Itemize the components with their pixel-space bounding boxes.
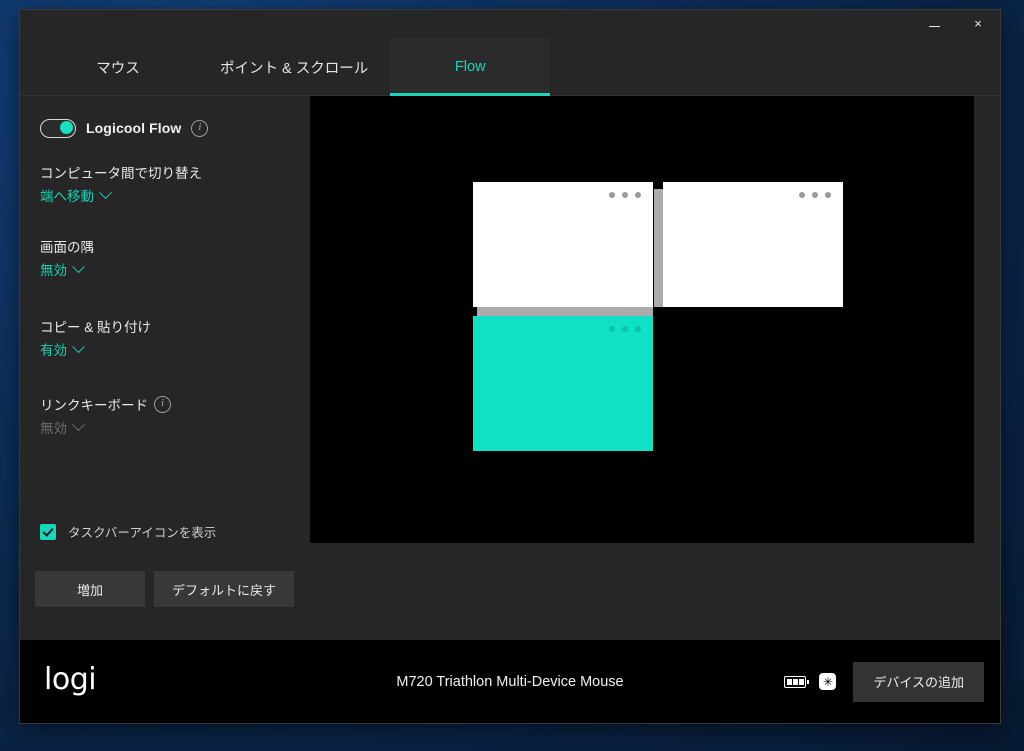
settings-sidebar: Logicool Flow i コンピュータ間で切り替え 端へ移動 画面の隅 無… [20, 96, 310, 640]
setting-title: コンピュータ間で切り替え [40, 166, 202, 181]
show-taskbar-icon-checkbox-row[interactable]: タスクバーアイコンを表示 [40, 522, 216, 541]
chevron-down-icon [72, 339, 85, 353]
tab-mouse-label: マウス [96, 60, 140, 77]
chevron-down-icon [99, 185, 112, 199]
bluetooth-icon: ✳ [819, 673, 837, 690]
tab-flow-label: Flow [454, 59, 486, 75]
tab-mouse[interactable]: マウス [38, 38, 198, 96]
screen-top-right[interactable] [663, 182, 843, 307]
content-area: Logicool Flow i コンピュータ間で切り替え 端へ移動 画面の隅 無… [20, 96, 1000, 640]
connector-vertical [654, 189, 663, 307]
setting-screen-edge: 画面の隅 無効 [40, 236, 94, 280]
footer-right-group: ✳ デバイスの追加 [784, 661, 984, 702]
toggle-knob-icon [60, 121, 73, 134]
screen-dots-icon [609, 326, 641, 332]
info-icon[interactable]: i [191, 119, 209, 137]
close-button[interactable]: × [956, 10, 1000, 36]
setting-value-dropdown[interactable]: 無効 [40, 259, 85, 279]
tab-flow[interactable]: Flow [390, 38, 551, 96]
device-footer: logi M720 Triathlon Multi-Device Mouse ✳… [20, 640, 1000, 723]
screen-bottom-left[interactable] [473, 316, 653, 451]
setting-value-label: 有効 [40, 343, 67, 358]
tab-bar: マウス ポイント & スクロール Flow [20, 38, 1000, 96]
chevron-down-icon [72, 259, 85, 273]
setting-value-dropdown[interactable]: 有効 [40, 339, 85, 359]
setting-value-dropdown[interactable]: 端へ移動 [40, 185, 112, 205]
minimize-button[interactable] [912, 10, 956, 36]
logitech-options-window: × マウス ポイント & スクロール Flow Logicool Flow i [20, 10, 1000, 723]
battery-icon [784, 675, 810, 688]
logi-logo: logi [44, 661, 97, 697]
setting-value-dropdown[interactable]: 無効 [40, 417, 85, 437]
checkbox-checked-icon[interactable] [40, 523, 56, 540]
connector-horizontal [477, 307, 653, 316]
chevron-down-icon [72, 417, 85, 431]
screen-arrangement-canvas[interactable] [310, 96, 974, 543]
tab-point-and-scroll[interactable]: ポイント & スクロール [198, 38, 390, 96]
setting-value-label: 無効 [40, 263, 67, 278]
restore-defaults-button[interactable]: デフォルトに戻す [154, 571, 295, 607]
screen-dots-icon [799, 192, 831, 198]
tab-point-and-scroll-label: ポイント & スクロール [220, 60, 369, 77]
close-icon: × [974, 15, 982, 31]
setting-value-label: 無効 [40, 421, 67, 436]
setting-title-label: リンクキーボード [40, 398, 148, 413]
add-device-button[interactable]: デバイスの追加 [853, 661, 984, 702]
setting-link-keyboard: リンクキーボード i 無効 [40, 394, 171, 438]
screen-dots-icon [609, 192, 641, 198]
setting-title: 画面の隅 [40, 240, 94, 255]
title-bar: × [20, 10, 1000, 38]
minimize-icon [928, 26, 940, 27]
flow-toggle-row: Logicool Flow i [40, 116, 310, 140]
setting-switch-between-computers: コンピュータ間で切り替え 端へ移動 [40, 162, 202, 206]
flow-toggle-label: Logicool Flow [86, 120, 182, 136]
add-button[interactable]: 増加 [35, 571, 145, 607]
screen-top-left[interactable] [473, 182, 653, 307]
setting-title: コピー & 貼り付け [40, 320, 152, 335]
flow-toggle-switch[interactable] [40, 118, 76, 138]
setting-value-label: 端へ移動 [40, 189, 94, 204]
setting-copy-and-paste: コピー & 貼り付け 有効 [40, 316, 151, 360]
info-icon[interactable]: i [154, 395, 171, 413]
sidebar-button-row: 増加 デフォルトに戻す [35, 571, 295, 607]
setting-title: リンクキーボード i [40, 394, 171, 414]
screen-layout-panel [310, 96, 1000, 640]
checkbox-label: タスクバーアイコンを表示 [68, 526, 217, 540]
